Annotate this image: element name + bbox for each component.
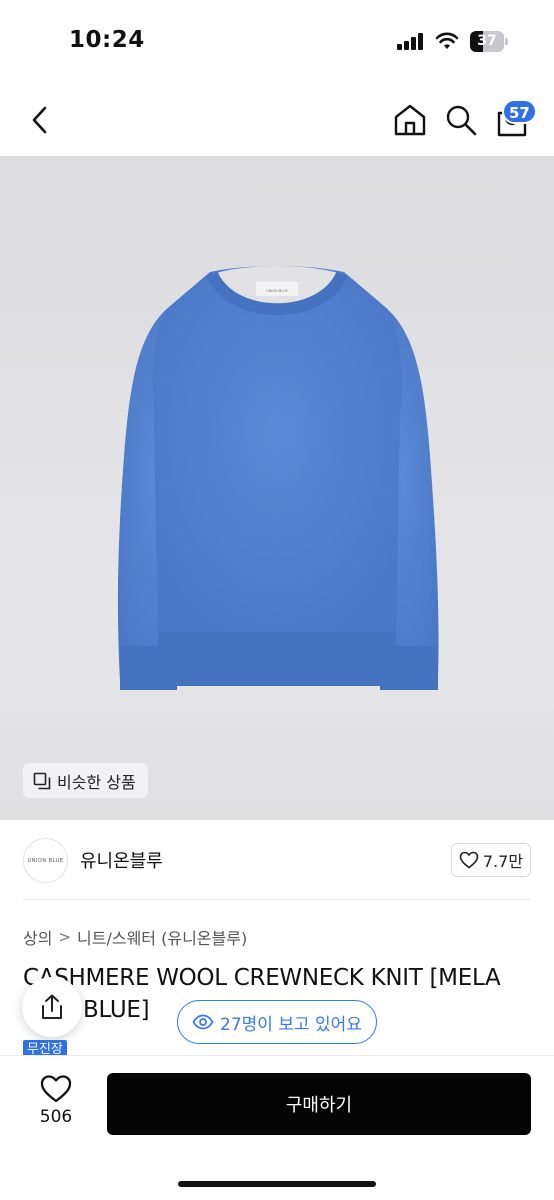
- cellular-signal-icon: [397, 33, 425, 50]
- breadcrumb-subcategory[interactable]: 니트/스웨터 (유니온블루): [77, 925, 247, 949]
- search-icon[interactable]: [444, 103, 478, 137]
- status-time: 10:24: [69, 27, 145, 53]
- similar-products-button[interactable]: 비슷한 상품: [23, 763, 148, 798]
- product-title-line1: CASHMERE WOOL CREWNECK KNIT [MELA: [23, 965, 501, 991]
- divider: [23, 899, 531, 900]
- eye-icon: [192, 1014, 214, 1030]
- chevron-left-icon: [32, 106, 47, 134]
- brand-name[interactable]: 유니온블루: [80, 847, 163, 873]
- cart-count-badge: 57: [502, 99, 537, 124]
- sweater-image: UNION BLUE: [117, 266, 439, 690]
- sweater-label-text: UNION BLUE: [266, 289, 288, 293]
- home-indicator: [178, 1181, 376, 1187]
- viewers-count-text: 27명이 보고 있어요: [220, 1014, 362, 1035]
- buy-button[interactable]: 구매하기: [107, 1073, 531, 1135]
- brand-logo[interactable]: UNION BLUE: [23, 838, 68, 883]
- share-button[interactable]: [22, 977, 82, 1037]
- breadcrumb-category[interactable]: 상의: [23, 925, 52, 949]
- brand-logo-text: UNION BLUE: [27, 857, 64, 864]
- brand-like-count: 7.7만: [482, 852, 524, 871]
- back-button[interactable]: [24, 102, 56, 138]
- battery-percent: 37: [477, 33, 497, 49]
- wishlist-count: 506: [39, 1107, 73, 1127]
- share-icon: [42, 994, 62, 1019]
- wishlist-heart-icon[interactable]: [40, 1074, 72, 1104]
- home-icon[interactable]: [392, 102, 428, 138]
- similar-products-label: 비슷한 상품: [57, 772, 136, 792]
- breadcrumb-separator: >: [58, 928, 72, 946]
- brand-like-button[interactable]: 7.7만: [451, 843, 531, 877]
- battery-icon: 37: [470, 31, 508, 52]
- status-bar: 10:24 37: [0, 0, 554, 84]
- copy-icon: [33, 772, 51, 789]
- viewers-count-pill: 27명이 보고 있어요: [177, 1000, 377, 1044]
- heart-icon: [459, 851, 479, 869]
- product-image[interactable]: UNION BLUE: [0, 156, 554, 820]
- breadcrumb: 상의 > 니트/스웨터 (유니온블루): [23, 925, 247, 949]
- wifi-icon: [435, 32, 459, 49]
